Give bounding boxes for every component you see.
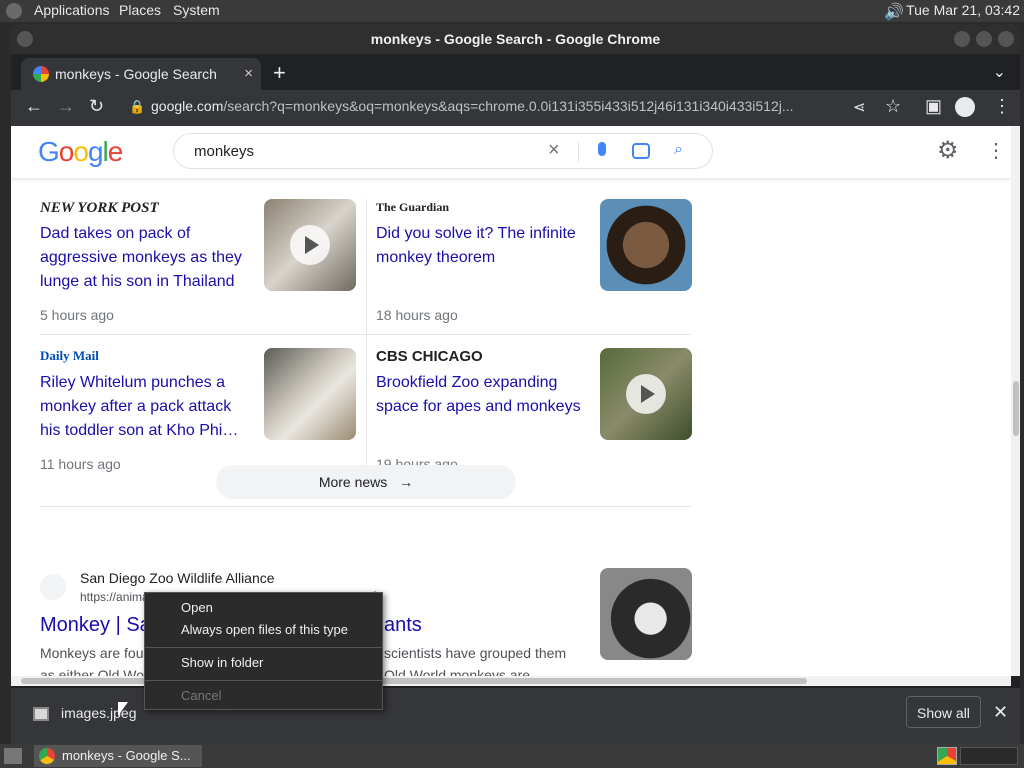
news-thumbnail-4[interactable] <box>600 348 692 440</box>
tab-search-icon[interactable]: ⌄ <box>993 62 1006 82</box>
show-all-button[interactable]: Show all <box>906 696 981 728</box>
news-thumbnail-3[interactable] <box>264 348 356 440</box>
more-news-button[interactable]: More news → <box>216 465 516 499</box>
lock-icon: 🔒 <box>129 99 146 114</box>
news-title-1[interactable]: Dad takes on pack of aggressive monkeys … <box>40 222 250 294</box>
workspace-switcher[interactable] <box>960 747 1018 765</box>
menu-item-cancel: Cancel <box>181 688 222 703</box>
publisher-daily-mail: Daily Mail <box>40 348 99 363</box>
url-path: /search?q=monkeys&oq=monkeys&aqs=chrome.… <box>223 98 794 114</box>
divider <box>578 142 579 162</box>
menu-separator <box>145 680 382 681</box>
reload-icon[interactable]: ↻ <box>89 96 104 117</box>
profile-icon[interactable] <box>955 97 975 117</box>
menu-item-show-in-folder[interactable]: Show in folder <box>181 655 263 670</box>
applications-menu[interactable]: Applications <box>34 2 110 18</box>
result-title-left[interactable]: Monkey | Sa <box>40 614 151 637</box>
news-thumbnail-1[interactable] <box>264 199 356 291</box>
url-host: google.com <box>151 98 224 114</box>
back-icon[interactable]: ← <box>25 96 43 117</box>
publisher-guardian: The Guardian <box>376 200 450 214</box>
image-file-icon <box>33 707 49 721</box>
google-logo[interactable]: Google <box>38 136 123 168</box>
menu-separator <box>145 647 382 648</box>
window-menu-button[interactable] <box>17 31 33 47</box>
side-panel-icon[interactable]: ▣ <box>925 96 942 117</box>
result-site-name[interactable]: San Diego Zoo Wildlife Alliance <box>80 570 275 586</box>
search-input[interactable]: monkeys <box>194 143 254 160</box>
show-desktop-icon[interactable] <box>4 748 22 764</box>
gnome-foot-icon[interactable] <box>6 3 22 19</box>
publisher-ny-post: NEW YORK POST <box>40 200 159 216</box>
taskbar-item-label: monkeys - Google S... <box>62 748 191 763</box>
top-panel: Applications Places System 🔊 Tue Mar 21,… <box>0 0 1024 22</box>
google-header: Google monkeys × ⌕ ⚙ ⋮⋮ <box>11 126 1011 178</box>
clock[interactable]: Tue Mar 21, 03:42 <box>906 2 1020 18</box>
tab-close-icon[interactable]: × <box>244 65 253 82</box>
system-menu[interactable]: System <box>173 2 220 18</box>
bookmark-star-icon[interactable]: ☆ <box>885 96 901 117</box>
bottom-taskbar: monkeys - Google S... <box>0 744 1024 768</box>
menu-item-always-open[interactable]: Always open files of this type <box>181 622 348 637</box>
microphone-icon[interactable] <box>598 142 606 156</box>
toolbar: ← → ↻ 🔒 google.com/search?q=monkeys&oq=m… <box>11 90 1020 126</box>
window-titlebar[interactable]: monkeys - Google Search - Google Chrome <box>11 24 1020 54</box>
scrollbar-thumb[interactable] <box>1013 381 1019 436</box>
close-window-button[interactable] <box>998 31 1014 47</box>
new-tab-button[interactable]: + <box>273 60 286 86</box>
search-icon[interactable]: ⌕ <box>674 141 683 159</box>
close-shelf-icon[interactable]: ✕ <box>993 702 1008 723</box>
result-snippet-1-left: Monkeys are fou <box>40 645 144 661</box>
news-time-2: 18 hours ago <box>376 307 458 323</box>
address-bar[interactable]: google.com/search?q=monkeys&oq=monkeys&a… <box>151 98 794 114</box>
news-title-4[interactable]: Brookfield Zoo expanding space for apes … <box>376 371 586 419</box>
result-snippet-1-right: scientists have grouped them <box>384 645 567 661</box>
play-icon <box>290 225 330 265</box>
menu-item-open[interactable]: Open <box>181 600 213 615</box>
mouse-cursor-icon <box>118 702 128 716</box>
workspace-chrome-icon[interactable] <box>937 747 957 765</box>
forward-icon[interactable]: → <box>57 96 75 117</box>
volume-icon[interactable]: 🔊 <box>884 2 904 22</box>
result-snippet-2-right: Old World monkeys are ... <box>384 667 546 676</box>
chrome-menu-icon[interactable]: ⋮ <box>993 96 1011 117</box>
more-news-label: More news <box>318 474 388 490</box>
camera-lens-icon[interactable] <box>632 143 650 159</box>
publisher-cbs-chicago: CBS CHICAGO <box>376 348 483 365</box>
chrome-icon <box>39 748 55 764</box>
arrow-right-icon: → <box>399 474 414 490</box>
news-time-1: 5 hours ago <box>40 307 114 323</box>
taskbar-chrome-window[interactable]: monkeys - Google S... <box>34 745 202 767</box>
window-title: monkeys - Google Search - Google Chrome <box>370 31 661 47</box>
horizontal-scrollbar-thumb[interactable] <box>21 678 807 684</box>
more-news-line <box>40 506 691 507</box>
settings-gear-icon[interactable]: ⚙ <box>937 136 959 165</box>
places-menu[interactable]: Places <box>119 2 161 18</box>
download-context-menu: Open Always open files of this type Show… <box>144 592 383 710</box>
result-thumbnail[interactable] <box>600 568 692 660</box>
tab-strip: monkeys - Google Search × + ⌄ <box>11 54 1020 90</box>
news-time-3: 11 hours ago <box>40 456 121 472</box>
news-title-2[interactable]: Did you solve it? The infinite monkey th… <box>376 222 586 270</box>
tab-title: monkeys - Google Search <box>55 66 217 82</box>
search-box[interactable]: monkeys × ⌕ <box>173 133 713 169</box>
result-snippet-2-left: as either Old Wo <box>40 667 145 676</box>
site-favicon-globe-icon <box>40 574 66 600</box>
tab-google-search[interactable]: monkeys - Google Search × <box>21 58 261 90</box>
google-favicon <box>33 66 49 82</box>
share-icon[interactable]: ⋖ <box>853 98 866 116</box>
vertical-scrollbar[interactable] <box>1011 126 1020 676</box>
news-title-3[interactable]: Riley Whitelum punches a monkey after a … <box>40 371 250 443</box>
column-divider <box>366 199 367 474</box>
minimize-button[interactable] <box>954 31 970 47</box>
apps-grid-icon[interactable]: ⋮⋮ <box>986 138 1011 163</box>
news-thumbnail-2[interactable] <box>600 199 692 291</box>
play-icon <box>626 374 666 414</box>
clear-icon[interactable]: × <box>548 139 560 162</box>
result-title-right[interactable]: ants <box>384 614 422 637</box>
maximize-button[interactable] <box>976 31 992 47</box>
